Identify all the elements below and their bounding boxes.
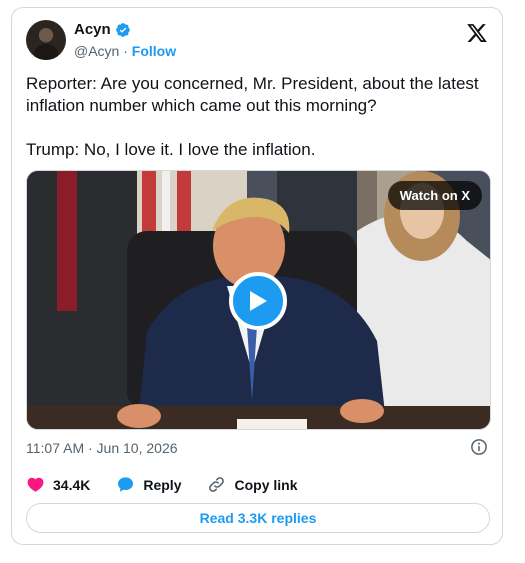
like-button[interactable]: 34.4K [26,475,90,494]
heart-icon [27,477,44,492]
tweet-timestamp[interactable]: 11:07 AM · Jun 10, 2026 [26,440,178,456]
reply-button[interactable]: Reply [116,475,181,494]
play-button[interactable] [229,272,287,330]
action-bar: 34.4K Reply Copy link [26,475,324,494]
video-media[interactable]: Watch on X [26,170,491,430]
author-handle[interactable]: @Acyn [74,43,119,59]
copy-link-button[interactable]: Copy link [207,475,298,494]
follow-button[interactable]: Follow [132,43,176,59]
author-name-row: Acyn [74,21,131,38]
avatar[interactable] [26,20,66,60]
reply-bubble-icon [118,477,134,492]
verified-badge-icon [115,22,130,37]
tweet-card: Acyn @Acyn · Follow Reporter: Are you co… [11,7,503,545]
link-icon [209,477,225,492]
separator-dot: · [123,43,128,59]
author-name[interactable]: Acyn [74,21,111,38]
author-handle-row: @Acyn · Follow [74,43,176,59]
like-count: 34.4K [53,476,91,493]
x-logo-icon[interactable] [466,22,488,44]
tweet-text: Reporter: Are you concerned, Mr. Preside… [26,74,479,159]
read-replies-button[interactable]: Read 3.3K replies [26,503,490,533]
play-icon [250,291,267,311]
reply-label: Reply [143,476,182,493]
watch-on-x-button[interactable]: Watch on X [387,181,482,210]
copy-link-label: Copy link [234,476,298,493]
info-icon[interactable] [470,438,488,456]
